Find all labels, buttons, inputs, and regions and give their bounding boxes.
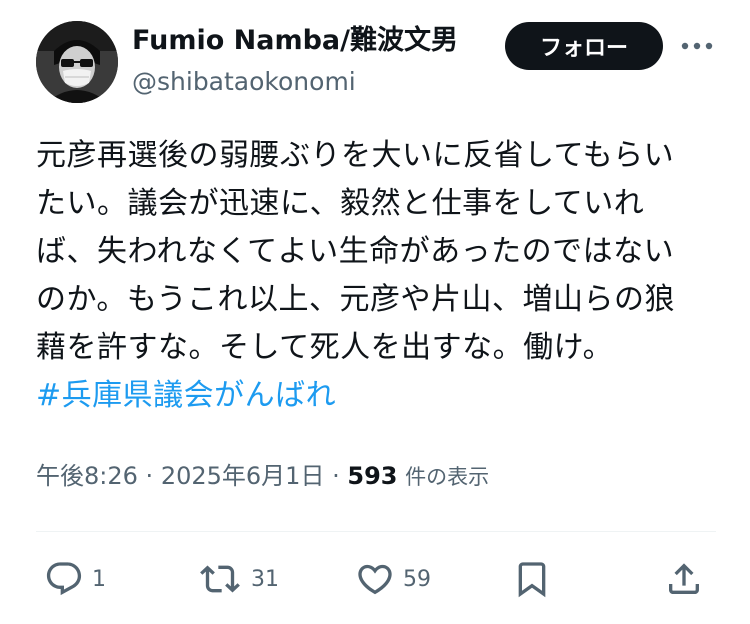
author-handle[interactable]: @shibataokonomi [132,66,356,98]
retweet-button[interactable]: 31 [197,557,279,601]
tweet-text: 元彦再選後の弱腰ぶりを大いに反省してもらい たい。議会が迅速に、毅然と仕事をして… [36,132,726,420]
reply-button[interactable]: 1 [44,557,106,601]
more-horizontal-icon [681,42,713,50]
bookmark-button[interactable] [512,557,552,601]
avatar-image [36,21,118,103]
tweet-detail: Fumio Namba/難波文男 @shibataokonomi フォロー 元彦… [0,0,750,624]
heart-icon [358,564,392,595]
tweet-time[interactable]: 午後8:26 [36,462,138,490]
views-count: 593 [347,462,398,490]
hashtag-link[interactable]: #兵庫県議会がんばれ [36,372,726,420]
avatar[interactable] [36,21,118,103]
bookmark-icon [518,562,546,598]
like-count: 59 [403,566,431,592]
share-button[interactable] [664,557,704,601]
follow-button[interactable]: フォロー [505,22,663,70]
reply-count: 1 [92,566,106,592]
tweet-date[interactable]: 2025年6月1日 [161,462,325,490]
divider [36,531,716,532]
tweet-text-line: たい。議会が迅速に、毅然と仕事をしていれ [36,186,645,221]
retweet-icon [200,565,240,593]
retweet-count: 31 [251,566,279,592]
tweet-text-line: 元彦再選後の弱腰ぶりを大いに反省してもらい [36,138,675,173]
author-name[interactable]: Fumio Namba/難波文男 [132,24,458,58]
meta-separator: · [332,462,340,490]
share-icon [669,563,699,594]
tweet-text-line: のか。もうこれ以上、元彦や片山、増山らの狼 [36,282,675,317]
more-options-button[interactable] [677,30,717,62]
tweet-text-line: 藉を許すな。そして死人を出すな。働け。 [36,330,614,365]
views-label: 件の表示 [405,465,490,489]
tweet-metadata: 午後8:26 · 2025年6月1日 · 593 件の表示 [36,458,489,495]
tweet-text-line: ば、失われなくてよい生命があったのではない [36,234,675,269]
meta-separator: · [145,462,154,490]
reply-icon [46,562,82,596]
like-button[interactable]: 59 [355,557,431,601]
